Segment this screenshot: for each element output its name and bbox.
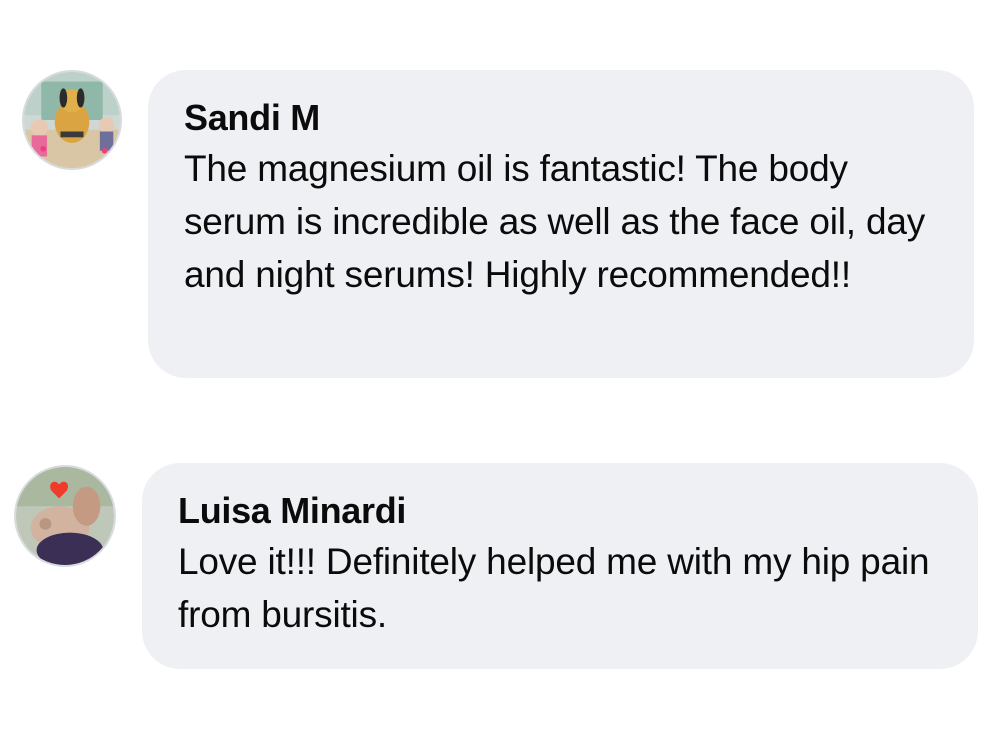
avatar[interactable] bbox=[22, 70, 122, 170]
avatar-photo-icon bbox=[24, 72, 120, 168]
comment-author[interactable]: Sandi M bbox=[184, 96, 944, 140]
comment-bubble: Luisa Minardi Love it!!! Definitely help… bbox=[142, 463, 978, 669]
avatar-photo-icon bbox=[16, 467, 114, 565]
comment-text: Love it!!! Definitely helped me with my … bbox=[178, 541, 930, 635]
avatar[interactable] bbox=[14, 465, 116, 567]
comment-author[interactable]: Luisa Minardi bbox=[178, 489, 948, 533]
comment-bubble: Sandi M The magnesium oil is fantastic! … bbox=[148, 70, 974, 378]
comment-text: The magnesium oil is fantastic! The body… bbox=[184, 148, 926, 295]
comments-thread: Sandi M The magnesium oil is fantastic! … bbox=[0, 0, 1000, 750]
